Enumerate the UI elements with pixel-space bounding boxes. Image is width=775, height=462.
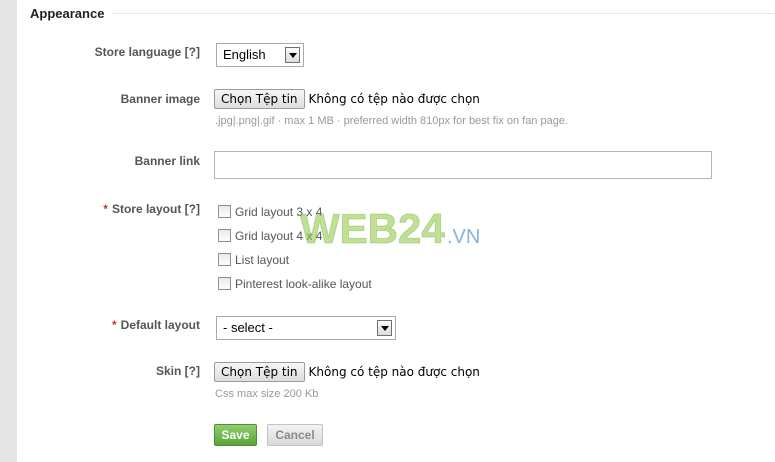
banner-image-label: Banner image [121, 92, 200, 106]
section-title: Appearance [30, 6, 113, 21]
cancel-button[interactable]: Cancel [267, 424, 323, 446]
store-layout-option-label: Grid layout 4 x 4 [235, 228, 323, 243]
store-language-selected-value: English [223, 47, 266, 62]
skin-hint: Css max size 200 Kb [215, 388, 319, 400]
store-layout-label: * Store layout [?] [103, 202, 200, 216]
required-mark: * [111, 318, 117, 332]
skin-label-text: Skin [155, 364, 182, 378]
store-layout-help-link[interactable]: [?] [185, 202, 200, 216]
banner-image-label-text: Banner image [120, 92, 200, 106]
skin-help-link[interactable]: [?] [185, 364, 200, 378]
default-layout-label-text: Default layout [120, 318, 200, 332]
web24-watermark-logo: WEB24 .VN [300, 205, 480, 250]
store-language-label-text: Store language [94, 45, 182, 59]
default-layout-select[interactable]: - select - [216, 316, 396, 340]
store-language-label: Store language [?] [95, 45, 200, 59]
chevron-down-icon [377, 320, 392, 336]
store-layout-option-label: List layout [235, 252, 290, 267]
banner-link-label: Banner link [135, 154, 200, 168]
store-layout-option[interactable]: Grid layout 3 x 4 [218, 204, 322, 220]
store-layout-option[interactable]: Pinterest look-alike layout [218, 276, 372, 292]
required-mark: * [103, 202, 108, 216]
store-layout-option[interactable]: List layout [218, 252, 289, 268]
banner-link-label-text: Banner link [134, 154, 200, 168]
section-divider [30, 13, 775, 14]
store-layout-option[interactable]: Grid layout 4 x 4 [218, 228, 322, 244]
store-layout-option-label: Grid layout 3 x 4 [235, 204, 323, 219]
section-header: Appearance [30, 4, 775, 24]
checkbox-unchecked-icon[interactable] [218, 205, 231, 219]
chevron-down-icon [285, 47, 300, 63]
banner-image-file-input: Chọn Tệp tin Không có tệp nào được chọn [214, 89, 480, 109]
checkbox-unchecked-icon[interactable] [218, 277, 231, 291]
checkbox-unchecked-icon[interactable] [218, 229, 231, 243]
store-layout-label-text: Store layout [111, 202, 182, 216]
banner-link-input[interactable] [214, 151, 712, 179]
store-layout-option-label: Pinterest look-alike layout [235, 276, 372, 291]
watermark-suffix: .VN [447, 226, 480, 248]
skin-label: Skin [?] [156, 364, 200, 378]
skin-choose-file-button[interactable]: Chọn Tệp tin [214, 362, 305, 382]
store-language-help-link[interactable]: [?] [185, 45, 200, 59]
skin-file-input: Chọn Tệp tin Không có tệp nào được chọn [214, 362, 480, 382]
store-language-select[interactable]: English [216, 43, 304, 67]
banner-image-hint: .jpg|.png|.gif · max 1 MB · preferred wi… [215, 115, 569, 127]
banner-image-choose-file-button[interactable]: Chọn Tệp tin [214, 89, 305, 109]
skin-file-status: Không có tệp nào được chọn [308, 365, 480, 379]
default-layout-label: * Default layout [112, 318, 200, 332]
save-button[interactable]: Save [214, 424, 257, 446]
banner-image-file-status: Không có tệp nào được chọn [308, 92, 480, 106]
left-sidebar-strip [0, 0, 17, 462]
default-layout-selected-value: - select - [223, 320, 273, 335]
checkbox-unchecked-icon[interactable] [218, 253, 231, 267]
